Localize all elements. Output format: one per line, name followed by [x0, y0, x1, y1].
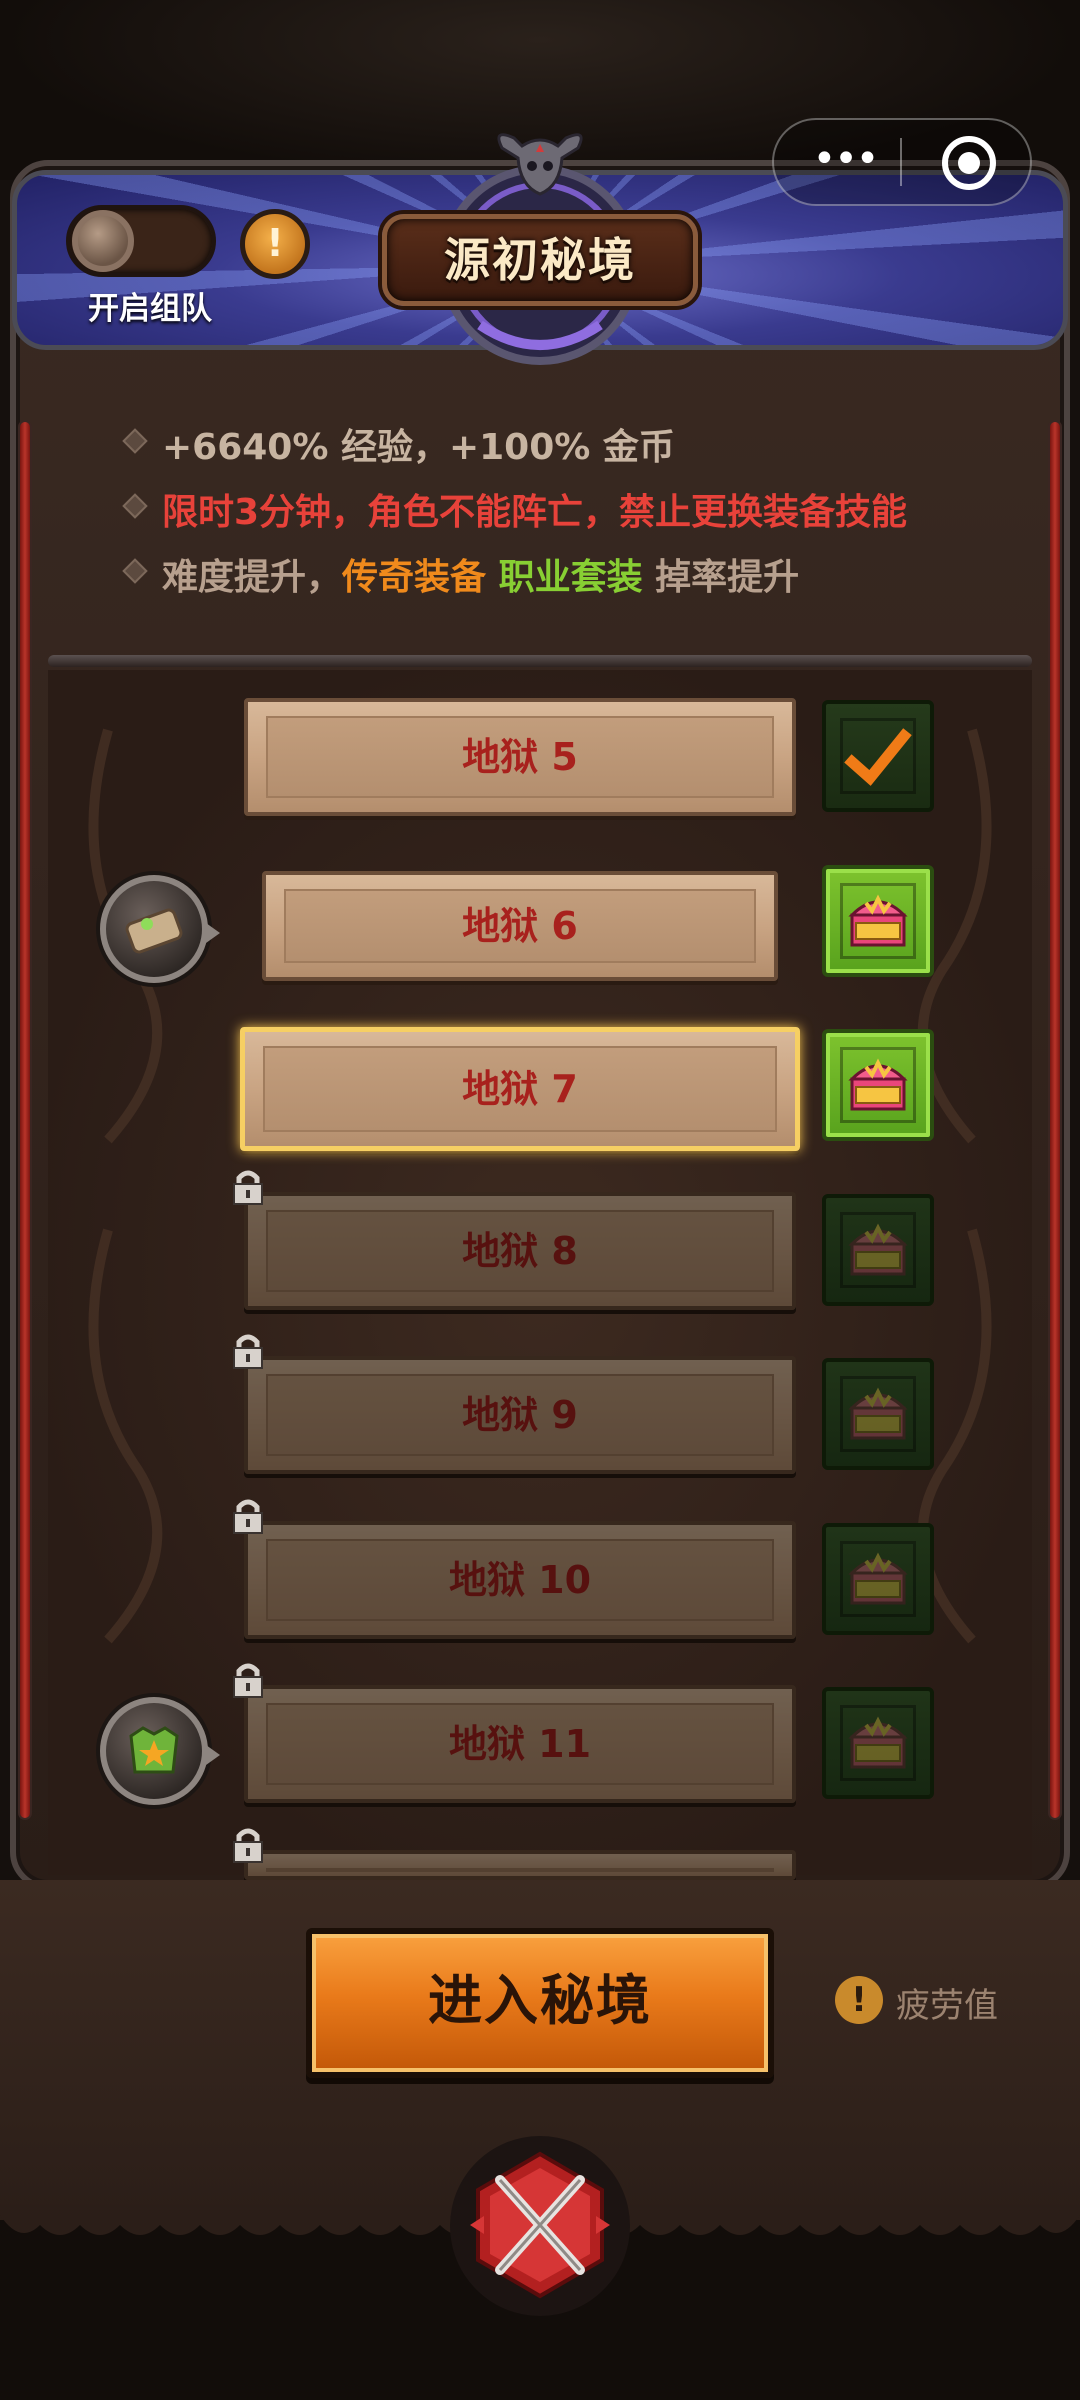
- level-label: 地狱 7: [462, 1067, 578, 1111]
- team-toggle-label: 开启组队: [88, 291, 212, 327]
- page-title: 源初秘境: [444, 233, 636, 287]
- reward-claimed-icon[interactable]: [822, 700, 934, 812]
- level-plate[interactable]: 地狱 9: [244, 1356, 796, 1474]
- scroll-icon: [125, 908, 183, 953]
- reward-chest-icon[interactable]: [822, 864, 934, 977]
- treasure-chest-icon: [848, 1716, 908, 1769]
- close-target-dot: [958, 152, 980, 174]
- treasure-chest-icon: [848, 1223, 908, 1275]
- lock-icon: [233, 1334, 263, 1369]
- reward-chest-icon[interactable]: [822, 1193, 934, 1306]
- level-plate[interactable]: 地狱 5: [244, 698, 796, 816]
- level-label: 地狱 5: [462, 735, 578, 779]
- rule-text: 限时3分钟，角色不能阵亡，禁止更换装备技能: [162, 483, 907, 535]
- info-button[interactable]: !: [240, 209, 310, 279]
- skull-icon: [497, 133, 583, 196]
- class-set-text: 职业套装: [498, 557, 643, 598]
- medal-pointer: [206, 922, 220, 943]
- more-icon[interactable]: •••: [790, 128, 900, 196]
- scroll-reward-medal[interactable]: [100, 874, 220, 983]
- armor-reward-medal[interactable]: [100, 1697, 220, 1805]
- level-label: [248, 1854, 792, 1876]
- reward-chest-icon[interactable]: [822, 1687, 934, 1799]
- treasure-chest-icon: [848, 1552, 908, 1604]
- level-plate[interactable]: [244, 1849, 796, 1880]
- lock-icon: [233, 1499, 263, 1534]
- fatigue-label[interactable]: 疲劳值: [896, 1978, 998, 2027]
- droprate-text-part: 难度提升，: [162, 557, 343, 598]
- level-plate[interactable]: 地狱 6: [262, 870, 778, 981]
- level-label: 地狱 9: [462, 1393, 578, 1437]
- legendary-gear-text: 传奇装备: [342, 557, 487, 598]
- lock-icon: [233, 1663, 263, 1698]
- level-plate[interactable]: 地狱 10: [244, 1520, 796, 1639]
- droprate-text: 难度提升，传奇装备 职业套装 掉率提升: [162, 548, 799, 600]
- bonus-text: +6640% 经验，+100% 金币: [162, 418, 675, 470]
- lock-icon: [233, 1828, 263, 1863]
- panel-divider: [48, 655, 1032, 667]
- team-toggle-knob[interactable]: [72, 210, 134, 272]
- bonus-text-value: +6640% 经验，+100% 金币: [162, 427, 675, 468]
- frame-rail-right: [1048, 420, 1062, 1820]
- rule-text-value: 限时3分钟，角色不能阵亡，禁止更换装备技能: [162, 492, 908, 533]
- reward-chest-icon[interactable]: [822, 1029, 934, 1141]
- capsule-divider: [900, 138, 902, 186]
- reward-chest-icon[interactable]: [822, 1522, 934, 1635]
- fatigue-info-icon[interactable]: !: [835, 1976, 883, 2024]
- enter-realm-label[interactable]: 进入秘境: [306, 1928, 774, 2078]
- level-label: 地狱 8: [462, 1228, 578, 1273]
- treasure-chest-icon: [848, 894, 908, 946]
- level-plate[interactable]: 地狱 7: [240, 1027, 800, 1151]
- level-plate[interactable]: 地狱 8: [244, 1191, 796, 1310]
- level-label: 地狱 6: [462, 903, 578, 948]
- level-plate[interactable]: 地狱 11: [244, 1685, 796, 1803]
- armor-icon: [129, 1726, 179, 1774]
- droprate-text-part: [486, 557, 499, 598]
- droprate-text-part: 掉率提升: [642, 557, 800, 598]
- treasure-chest-icon: [848, 1058, 908, 1111]
- lock-icon: [233, 1170, 263, 1205]
- level-label: 地狱 10: [448, 1557, 592, 1602]
- frame-rail-left: [18, 420, 32, 1820]
- level-label: 地狱 11: [448, 1722, 592, 1766]
- medal-pointer: [206, 1745, 220, 1765]
- crossed-swords-icon[interactable]: [470, 2150, 610, 2300]
- treasure-chest-icon: [848, 1387, 908, 1440]
- checkmark-icon: [844, 728, 912, 786]
- reward-chest-icon[interactable]: [822, 1358, 934, 1470]
